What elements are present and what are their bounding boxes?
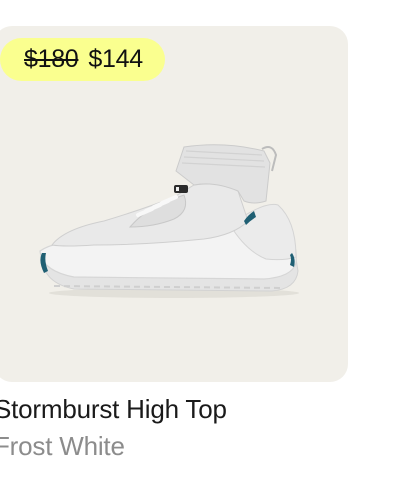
product-color: Frost White <box>0 431 125 461</box>
sneaker-image <box>39 144 299 298</box>
product-name[interactable]: Stormburst High Top <box>0 394 227 425</box>
price-badge: $180 $144 <box>0 38 165 81</box>
original-price: $180 <box>24 45 79 73</box>
product-image-container[interactable]: $180 $144 <box>0 26 348 382</box>
product-card[interactable]: $180 $144 Stormburst High Top Frost Whit… <box>0 26 348 486</box>
sale-price: $144 <box>88 45 143 73</box>
